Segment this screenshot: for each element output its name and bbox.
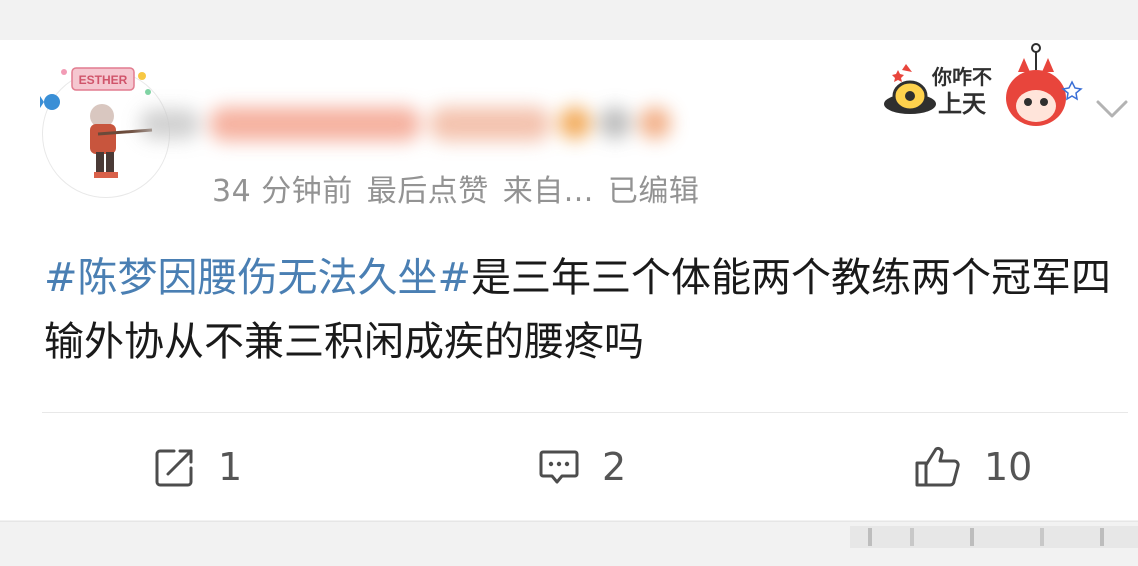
post-meta: 34 分钟前 最后点赞 来自... 已编辑	[212, 166, 713, 210]
post-hashtag[interactable]: #陈梦因腰伤无法久坐#	[44, 255, 471, 301]
chevron-down-icon[interactable]	[1094, 96, 1130, 122]
repost-count: 1	[218, 445, 243, 489]
sticker-text-line2: 上天	[938, 90, 986, 118]
divider	[42, 412, 1128, 413]
post-time: 34 分钟前	[212, 174, 353, 209]
post-edited-flag: 已编辑	[607, 174, 700, 209]
like-count: 10	[984, 445, 1033, 489]
post-like-reason: 最后点赞	[366, 174, 489, 209]
comment-count: 2	[602, 445, 627, 489]
comment-button[interactable]: 2	[538, 442, 626, 492]
ufo-sticker-decoration: 你咋不 上天	[884, 43, 1083, 126]
repost-button[interactable]: 1	[154, 442, 242, 492]
username-redacted	[140, 107, 671, 141]
post-content: #陈梦因腰伤无法久坐#是三年三个体能两个教练两个冠军四输外协从不兼三积闲成疾的腰…	[44, 246, 1114, 374]
next-post-preview-redacted	[850, 526, 1138, 548]
post-source[interactable]: 来自...	[503, 174, 594, 209]
feed-gap-top	[0, 0, 1138, 41]
like-button[interactable]: 10	[914, 442, 1032, 492]
sticker-text-line1: 你咋不	[931, 65, 992, 89]
avatar-badge-text: ESTHER	[79, 73, 128, 87]
thumbs-up-icon	[915, 446, 960, 487]
comment-icon	[539, 450, 579, 484]
repost-icon	[155, 449, 193, 487]
